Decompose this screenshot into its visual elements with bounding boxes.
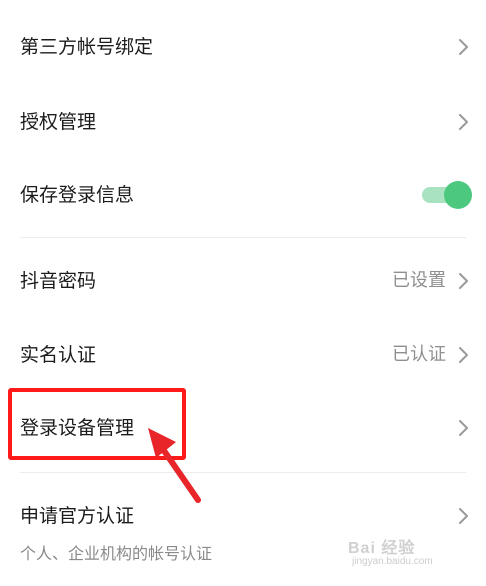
authorization-management-item[interactable]: 授权管理 [0,92,486,152]
apply-official-verification-sublabel: 个人、企业机构的帐号认证 [20,544,213,563]
chevron-right-icon [458,507,470,525]
chevron-right-icon [458,113,470,131]
chevron-right-icon [458,346,470,364]
third-party-account-binding-item[interactable]: 第三方帐号绑定 [0,17,486,77]
baidu-jingyan-watermark: Bai 经验 jingyan.baidu.com [348,528,468,572]
toggle-knob [444,181,472,209]
chevron-right-icon [458,272,470,290]
chevron-right-icon [458,419,470,437]
real-name-verification-label: 实名认证 [20,344,97,366]
authorization-management-label: 授权管理 [20,111,97,133]
section-divider [20,472,466,473]
save-login-info-item: 保存登录信息 [0,165,486,225]
douyin-password-label: 抖音密码 [20,270,97,292]
third-party-account-binding-label: 第三方帐号绑定 [20,36,154,58]
section-divider [20,237,466,238]
douyin-password-status: 已设置 [392,270,446,291]
apply-official-verification-label: 申请官方认证 [20,505,135,527]
douyin-password-item[interactable]: 抖音密码 已设置 [0,251,486,311]
watermark-subtext: jingyan.baidu.com [352,556,433,567]
save-login-info-label: 保存登录信息 [20,184,135,206]
pointer-arrow-icon [148,428,201,503]
watermark-text: Bai 经验 [348,540,416,557]
real-name-verification-item[interactable]: 实名认证 已认证 [0,325,486,385]
save-login-info-toggle[interactable] [420,181,472,209]
chevron-right-icon [458,38,470,56]
real-name-verification-status: 已认证 [392,344,446,365]
